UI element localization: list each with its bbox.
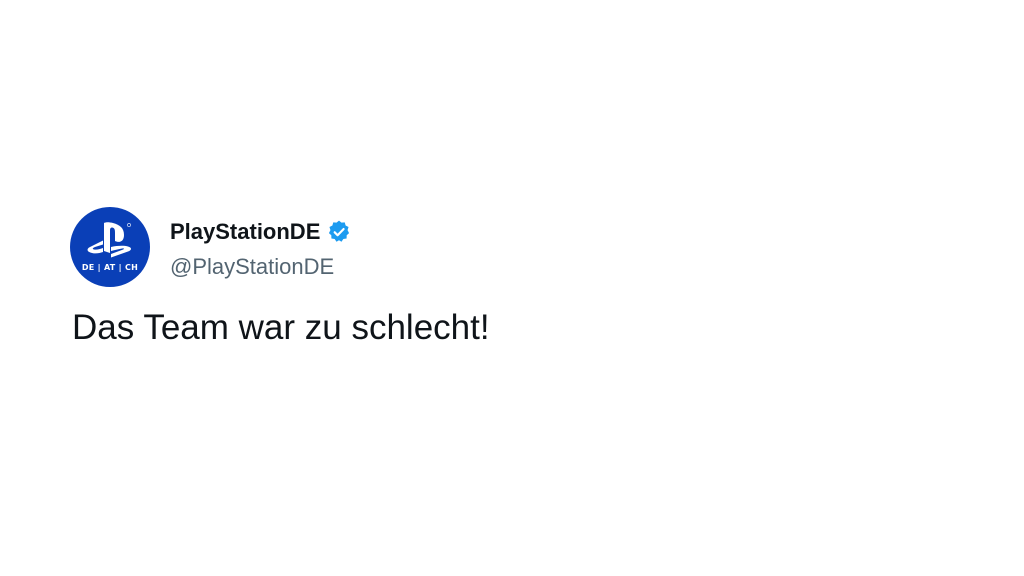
author-identity: PlayStationDE @PlayStationDE (170, 207, 352, 287)
author-display-name[interactable]: PlayStationDE (170, 219, 320, 245)
tweet-text: Das Team war zu schlecht! (72, 308, 490, 347)
playstation-logo-icon (87, 222, 131, 258)
avatar[interactable]: DE | AT | CH (70, 207, 150, 287)
name-row: PlayStationDE (170, 214, 352, 250)
avatar-region-label: DE | AT | CH (81, 263, 139, 272)
verified-badge-icon (329, 220, 350, 242)
author-handle[interactable]: @PlayStationDE (170, 254, 352, 280)
tweet-header: DE | AT | CH PlayStationDE @PlayStationD… (70, 207, 352, 287)
tweet-card: DE | AT | CH PlayStationDE @PlayStationD… (0, 0, 1024, 576)
